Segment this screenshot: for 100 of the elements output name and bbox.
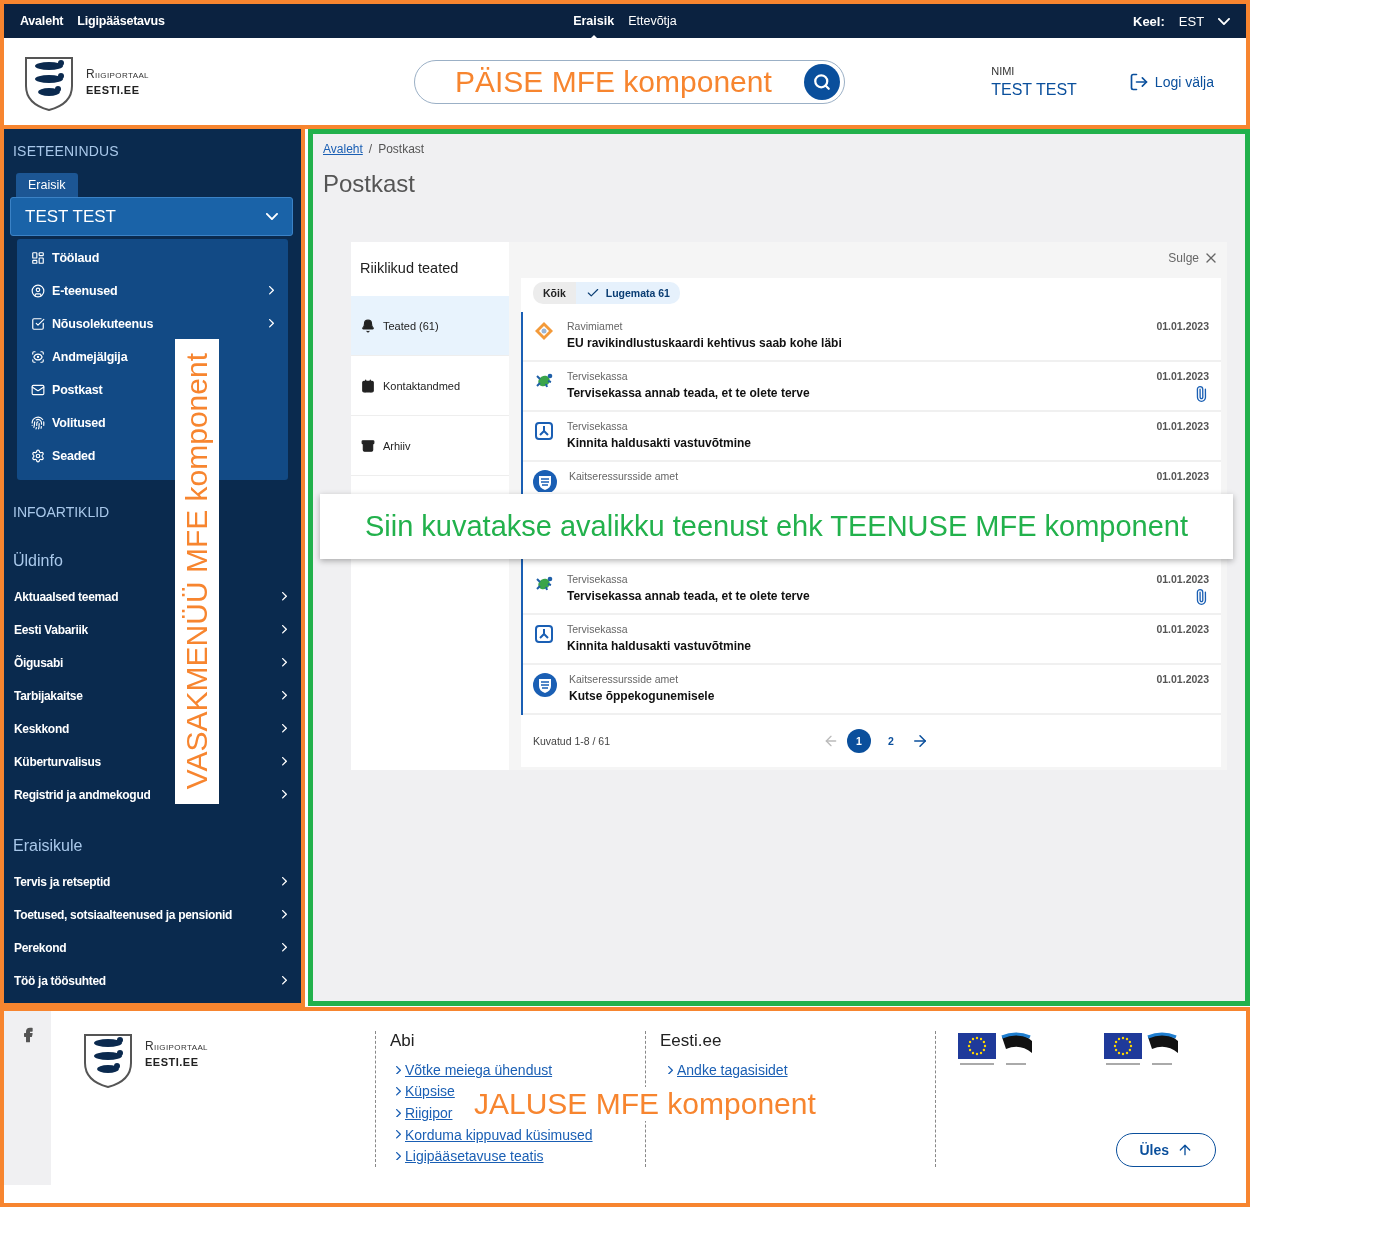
search-button[interactable] — [804, 63, 840, 100]
chevron-right-icon[interactable] — [282, 877, 287, 886]
message-row[interactable]: Kaitseressursside amet 01.01.2023 — [523, 462, 1221, 492]
chevron-down-icon — [1218, 17, 1230, 25]
mail-icon — [31, 382, 45, 397]
chevron-right-icon[interactable] — [282, 790, 287, 799]
message-sender: Ravimiamet — [567, 320, 624, 332]
sidebar-item[interactable]: Tervis ja retseptid — [14, 874, 111, 889]
message-sender: Tervisekassa — [567, 623, 629, 635]
breadcrumb-link[interactable]: Avaleht — [323, 142, 363, 156]
message-date: 01.01.2023 — [1156, 623, 1209, 635]
audience-tab[interactable]: Ettevõtja — [628, 14, 677, 28]
fingerprint-icon — [31, 415, 45, 430]
next-page-icon[interactable] — [911, 732, 929, 750]
document-icon — [533, 420, 555, 442]
chevron-right-icon — [668, 1065, 673, 1075]
check-icon — [585, 286, 600, 300]
footer-link[interactable]: Korduma kippuvad küsimused — [390, 1123, 593, 1146]
message-sender: Tervisekassa — [567, 420, 629, 432]
search-icon — [813, 72, 831, 91]
message-date: 01.01.2023 — [1156, 673, 1209, 685]
crest-logo-icon — [533, 673, 557, 697]
chevron-right-icon — [396, 1130, 401, 1139]
footer-link[interactable]: Andke tagasisidet — [660, 1059, 788, 1081]
language-label: Keel: — [1133, 13, 1165, 29]
message-sender: Tervisekassa — [567, 370, 629, 382]
footer-column-title: Eesti.ee — [660, 1031, 723, 1051]
sidebar-item[interactable]: Küberturvalisus — [14, 754, 101, 769]
sidebar-item[interactable]: Registrid ja andmekogud — [14, 787, 151, 802]
logout-button[interactable]: Logi välja — [1122, 70, 1220, 93]
sidebar-item[interactable]: Töö ja töösuhted — [14, 973, 106, 988]
sidebar-heading: ISETEENINDUS — [13, 143, 120, 159]
message-sender: Kaitseressursside amet — [569, 673, 680, 685]
inbox-nav-item[interactable]: Teated (61) — [351, 296, 509, 356]
footer-column-title: Abi — [390, 1031, 416, 1051]
account-dropdown[interactable]: TEST TEST — [10, 197, 293, 236]
pagination-summary: Kuvatud 1-8 / 61 — [533, 735, 612, 747]
chevron-right-icon[interactable] — [282, 910, 287, 919]
message-title: EU ravikindlustuskaardi kehtivus saab kohe läbi — [567, 336, 843, 350]
chevron-right-icon[interactable] — [269, 286, 274, 295]
footer-link[interactable]: Võtke meiega ühendust — [390, 1059, 553, 1081]
sidebar-item[interactable]: Aktuaalsed teemad — [14, 589, 119, 604]
chevron-right-icon[interactable] — [282, 976, 287, 985]
logout-icon — [1128, 71, 1149, 92]
sidebar-item[interactable]: Perekond — [14, 940, 67, 955]
filter-chip[interactable]: Kõik — [533, 282, 576, 304]
account-menu-item[interactable]: Postkast — [31, 382, 103, 397]
chevron-right-icon[interactable] — [282, 658, 287, 667]
sidebar-item[interactable]: Õigusabi — [14, 655, 63, 670]
account-menu-item[interactable]: Seaded — [31, 448, 96, 463]
close-button[interactable]: Sulge — [1166, 248, 1221, 268]
chevron-right-icon[interactable] — [282, 943, 287, 952]
message-row[interactable]: Ravimiamet EU ravikindlustuskaardi kehtivus saab kohe läbi 01.01.2023 — [523, 312, 1221, 362]
chevron-right-icon — [396, 1065, 401, 1075]
chevron-right-icon[interactable] — [282, 691, 287, 700]
footer-link[interactable]: Ligipääsetavuse teatis — [390, 1145, 544, 1167]
message-title: Tervisekassa annab teada, et te olete terve — [567, 589, 811, 603]
sidebar-item[interactable]: Tarbijakaitse — [14, 688, 83, 703]
logo-title: Riigiportaal — [145, 1039, 208, 1053]
sidebar-item[interactable]: Eesti Vabariik — [14, 622, 88, 637]
account-menu-item[interactable]: Nõusolekuteenus — [31, 316, 154, 331]
footer-link[interactable]: Küpsise — [390, 1080, 455, 1103]
annotation-label: Siin kuvatakse avalikku teenust ehk TEENUSE MFE komponent — [364, 510, 1189, 543]
message-row[interactable]: Kaitseressursside amet Kutse õppekogunemisele 01.01.2023 — [523, 665, 1221, 715]
chevron-right-icon[interactable] — [269, 319, 274, 328]
message-row[interactable]: Tervisekassa Tervisekassa annab teada, et te olete terve 01.01.2023 — [523, 362, 1221, 412]
message-title: Kinnita haldusakti vastuvõtmine — [567, 436, 753, 450]
chevron-right-icon[interactable] — [282, 625, 287, 634]
account-menu-item[interactable]: Volitused — [31, 415, 106, 430]
top-nav-link[interactable]: Avaleht — [20, 14, 64, 28]
account-menu-item[interactable]: Andmejälgija — [31, 349, 128, 364]
breadcrumb-current: Postkast — [378, 142, 425, 156]
message-date: 01.01.2023 — [1156, 470, 1209, 482]
footer-link[interactable]: Riigipor — [390, 1102, 453, 1124]
role-tab[interactable]: Eraisik — [16, 173, 78, 197]
top-nav-link[interactable]: Ligipääsetavus — [77, 14, 165, 28]
page-button[interactable]: 2 — [879, 729, 903, 753]
message-title: Tervisekassa annab teada, et te olete terve — [567, 386, 811, 400]
sidebar-item[interactable]: Toetused, sotsiaalteenused ja pensionid — [14, 907, 233, 922]
message-row[interactable]: Tervisekassa Kinnita haldusakti vastuvõtmine 01.01.2023 — [523, 412, 1221, 462]
message-row[interactable]: Tervisekassa Kinnita haldusakti vastuvõtmine 01.01.2023 — [523, 615, 1221, 665]
back-to-top-button[interactable]: Üles — [1116, 1133, 1216, 1167]
language-dropdown[interactable]: EST — [1178, 13, 1230, 29]
logo-subtitle: EESTI.EE — [86, 84, 141, 96]
account-menu-item[interactable]: Töölaud — [31, 250, 100, 265]
sidebar-heading: INFOARTIKLID — [13, 504, 111, 520]
account-menu-item[interactable]: E-teenused — [31, 283, 118, 298]
filter-chip[interactable]: Lugemata 61 — [575, 282, 680, 304]
message-date: 01.01.2023 — [1156, 320, 1209, 332]
message-date: 01.01.2023 — [1156, 573, 1209, 585]
chevron-right-icon — [396, 1151, 401, 1161]
sidebar-item[interactable]: Keskkond — [14, 721, 69, 736]
audience-tab[interactable]: Eraisik — [573, 14, 615, 28]
bell-icon — [361, 318, 375, 333]
page-button[interactable]: 1 — [847, 729, 871, 753]
chevron-right-icon[interactable] — [282, 592, 287, 601]
chevron-right-icon[interactable] — [282, 724, 287, 733]
eye-icon — [31, 349, 45, 364]
message-row[interactable]: Tervisekassa Tervisekassa annab teada, et te olete terve 01.01.2023 — [523, 565, 1221, 615]
chevron-right-icon[interactable] — [282, 757, 287, 766]
